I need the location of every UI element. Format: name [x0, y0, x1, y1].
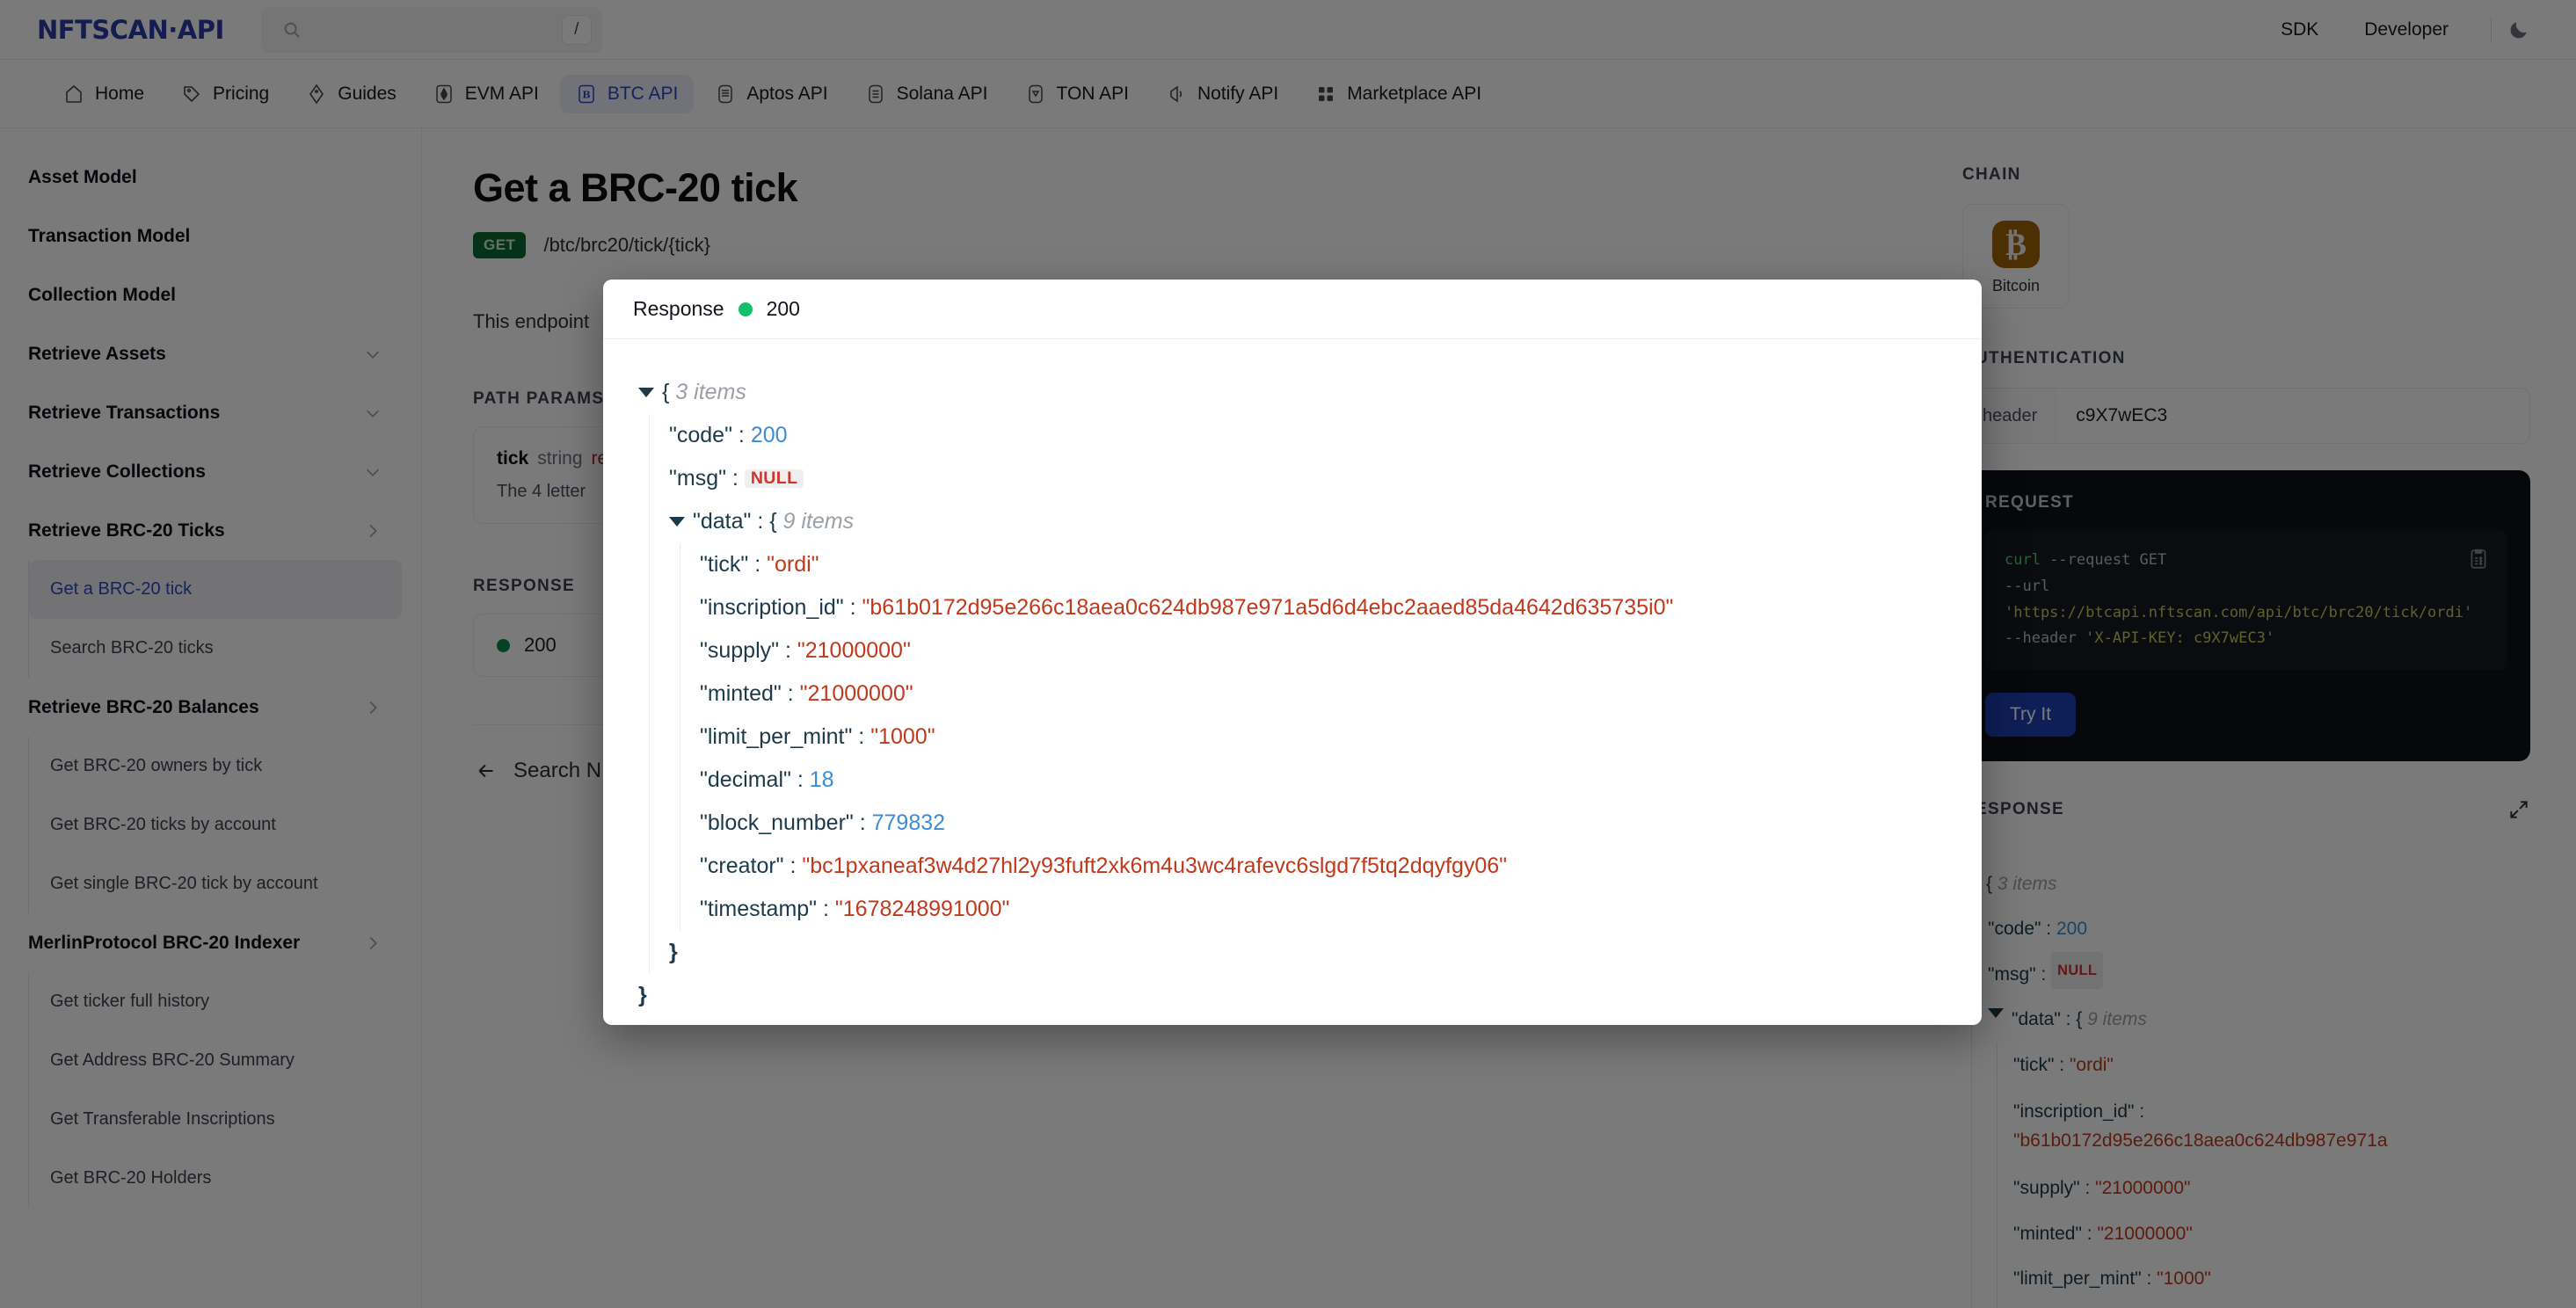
caret-icon[interactable]	[638, 388, 654, 397]
json-key: "supply"	[700, 637, 780, 663]
json-row-code: "code" : 200	[669, 422, 788, 447]
response-modal: Response 200 { 3 items "code" : 200 "msg…	[603, 280, 1982, 1025]
json-close-outer: }	[638, 974, 1982, 1017]
json-value: 200	[750, 422, 788, 447]
json-items-count: 9 items	[782, 508, 855, 534]
page-root: NFTSCAN·API / SDK Developer	[0, 0, 2576, 1308]
json-row-root[interactable]: { 3 items	[638, 371, 1982, 414]
json-row-creator: "creator" : "bc1pxaneaf3w4d27hl2y93fuft2…	[700, 853, 1508, 878]
modal-header: Response 200	[603, 280, 1982, 339]
json-key: "decimal"	[700, 767, 791, 792]
json-key: "minted"	[700, 680, 782, 706]
json-brace: }	[669, 939, 678, 964]
json-value: "bc1pxaneaf3w4d27hl2y93fuft2xk6m4u3wc4ra…	[802, 853, 1508, 878]
json-row-inscription-id: "inscription_id" : "b61b0172d95e266c18ae…	[700, 594, 1674, 620]
json-row-limit-per-mint: "limit_per_mint" : "1000"	[700, 723, 935, 749]
modal-title: Response	[633, 297, 724, 320]
json-key: "msg"	[669, 465, 726, 490]
modal-json-viewer: { 3 items "code" : 200 "msg" : NULL "dat…	[603, 339, 1982, 1017]
json-row-msg: "msg" : NULL	[669, 457, 1982, 500]
json-level-2: "tick" : "ordi" "inscription_id" : "b61b…	[680, 543, 1982, 931]
caret-icon[interactable]	[669, 517, 685, 527]
json-value: "ordi"	[767, 551, 819, 577]
json-value: 18	[809, 767, 834, 792]
json-value: "1678248991000"	[834, 896, 1010, 921]
json-row-tick: "tick" : "ordi"	[700, 551, 819, 577]
json-row-supply: "supply" : "21000000"	[700, 637, 911, 663]
json-brace: }	[638, 982, 647, 1007]
json-row-decimal: "decimal" : 18	[700, 767, 834, 792]
json-key: "data"	[693, 508, 752, 534]
json-key: "code"	[669, 422, 732, 447]
json-key: "block_number"	[700, 810, 854, 835]
json-value: 779832	[871, 810, 946, 835]
json-row-timestamp: "timestamp" : "1678248991000"	[700, 896, 1010, 921]
status-dot-icon	[738, 302, 753, 316]
json-row-minted: "minted" : "21000000"	[700, 680, 913, 706]
json-items-count: 3 items	[675, 379, 746, 404]
json-row-block-number: "block_number" : 779832	[700, 810, 946, 835]
json-value-null: NULL	[744, 469, 804, 489]
json-value: "1000"	[870, 723, 935, 749]
json-value: "21000000"	[797, 637, 911, 663]
json-level-1: "code" : 200 "msg" : NULL "data" : { 9 i…	[649, 414, 1982, 974]
json-key: "creator"	[700, 853, 784, 878]
json-key: "tick"	[700, 551, 749, 577]
json-row-data[interactable]: "data" : { 9 items	[669, 500, 1982, 543]
json-key: "limit_per_mint"	[700, 723, 853, 749]
json-key: "timestamp"	[700, 896, 818, 921]
json-close-inner: }	[669, 931, 1982, 974]
json-value: "21000000"	[799, 680, 913, 706]
json-value: "b61b0172d95e266c18aea0c624db987e971a5d6…	[862, 594, 1674, 620]
modal-status-code: 200	[766, 297, 800, 320]
json-key: "inscription_id"	[700, 594, 844, 620]
